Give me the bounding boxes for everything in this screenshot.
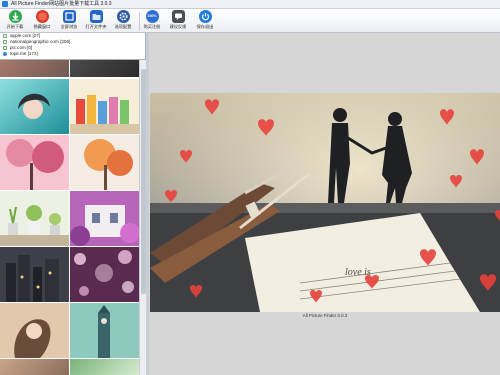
thumbnail-girl-hair[interactable]	[0, 303, 69, 358]
app-icon	[2, 1, 8, 7]
site-tree: apple.com [27] nationalgeographic.com [2…	[0, 33, 146, 60]
buy-register-button[interactable]: 100% 购买注册	[139, 10, 165, 32]
tree-item-nationalgeographic[interactable]: nationalgeographic.com [206]	[3, 39, 70, 44]
hide-window-button[interactable]: 隐藏窗口	[29, 10, 55, 32]
100-badge-icon: 100%	[145, 10, 159, 23]
open-folder-button[interactable]: 打开文件夹	[83, 10, 109, 32]
thumbnail-city-night[interactable]	[0, 247, 69, 302]
thumbnail[interactable]	[70, 359, 139, 375]
tree-item-topit[interactable]: topit.me [172]	[3, 51, 38, 56]
thumbnail-bokeh-i-love-you[interactable]	[70, 247, 139, 302]
title-bar: All Picture Finder网站图片批量下载工具 3.0.3	[0, 0, 500, 9]
thumbnail[interactable]	[0, 60, 69, 77]
feedback-icon	[171, 10, 185, 23]
feedback-button[interactable]: 建议反馈	[165, 10, 191, 32]
hide-window-icon	[35, 10, 49, 23]
folder-icon	[89, 10, 103, 23]
thumbnail-purple-cottage[interactable]	[70, 191, 139, 246]
tree-node-icon	[3, 33, 7, 38]
thumbnail-pink-blossom[interactable]	[0, 135, 69, 190]
window-title: All Picture Finder网站图片批量下载工具 3.0.3	[11, 1, 112, 7]
preview-caption: All Picture Finder 3.0.3	[302, 313, 348, 318]
tree-node-icon	[3, 39, 7, 44]
thumbnail-bottles[interactable]	[70, 79, 139, 134]
thumbnail-scrollbar[interactable]	[139, 60, 146, 375]
thumbnail-grid	[0, 60, 139, 375]
thumbnail[interactable]	[0, 359, 69, 375]
fullscreen-icon	[62, 10, 76, 23]
thumbnail[interactable]	[70, 60, 139, 77]
start-download-button[interactable]: 开始下载	[2, 10, 28, 32]
thumbnail-clock-tower[interactable]	[70, 303, 139, 358]
fullscreen-browse-button[interactable]: 全屏浏览	[56, 10, 82, 32]
toolbar: 开始下载 隐藏窗口 全屏浏览 打开文件夹 选项配置 100% 购买注册 建议反馈…	[0, 9, 500, 33]
thumbnail-potted-plants[interactable]	[0, 191, 69, 246]
thumbnail-girl-cyan[interactable]	[0, 79, 69, 134]
power-icon	[198, 10, 212, 23]
tree-node-icon	[3, 45, 7, 50]
options-button[interactable]: 选项配置	[110, 10, 136, 32]
tree-item-apple[interactable]: apple.com [27]	[3, 33, 40, 38]
download-icon	[8, 10, 22, 23]
save-exit-button[interactable]: 保存退出	[192, 10, 218, 32]
thumbnail-autumn-tree[interactable]	[70, 135, 139, 190]
gear-icon	[116, 10, 130, 23]
preview-photo: love is	[150, 93, 500, 312]
tree-item-pic[interactable]: pic.com [0]	[3, 45, 32, 50]
globe-icon	[3, 51, 7, 56]
